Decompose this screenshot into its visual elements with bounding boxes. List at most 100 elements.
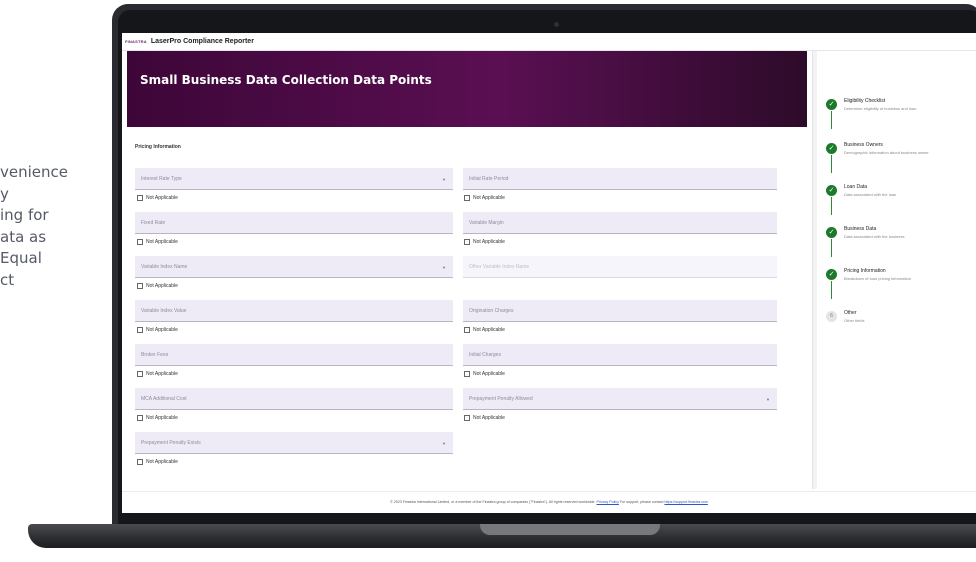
step-connector: [831, 155, 832, 173]
app-topbar: FINASTRA LaserPro Compliance Reporter: [122, 33, 976, 51]
not-applicable-checkbox[interactable]: Not Applicable: [464, 195, 505, 201]
step-connector: [831, 281, 832, 299]
step-title: Loan Data: [844, 184, 868, 190]
not-applicable-checkbox[interactable]: Not Applicable: [464, 415, 505, 421]
checkbox-label: Not Applicable: [146, 459, 178, 465]
step-description: Demographic information about business o…: [844, 150, 929, 155]
initial-charges-input[interactable]: Initial Charges: [463, 344, 777, 366]
not-applicable-checkbox[interactable]: Not Applicable: [464, 239, 505, 245]
checkbox-label: Not Applicable: [473, 415, 505, 421]
dropdown-arrow-icon: ▼: [766, 397, 770, 402]
marketing-line: Equal: [0, 249, 42, 267]
check-icon: ✓: [826, 269, 837, 280]
not-applicable-checkbox[interactable]: Not Applicable: [137, 371, 178, 377]
field-label: Interest Rate Type: [141, 176, 182, 182]
checkbox-label: Not Applicable: [146, 371, 178, 377]
checkbox-icon: [137, 371, 143, 377]
field-label: Variable Index Name: [141, 264, 188, 270]
app-title: LaserPro Compliance Reporter: [150, 38, 254, 45]
section-title: Pricing Information: [135, 144, 181, 150]
other-variable-index-name-input[interactable]: Other Variable Index Name: [463, 256, 777, 278]
checkbox-icon: [137, 239, 143, 245]
field-label: Other Variable Index Name: [469, 264, 530, 270]
broker-fees-input[interactable]: Broker Fees: [135, 344, 453, 366]
field-label: Prepayment Penalty Exists: [141, 440, 201, 446]
not-applicable-checkbox[interactable]: Not Applicable: [464, 327, 505, 333]
checkbox-icon: [464, 327, 470, 333]
checkbox-label: Not Applicable: [473, 239, 505, 245]
step-connector: [831, 239, 832, 257]
page-header-banner: Small Business Data Collection Data Poin…: [127, 51, 807, 127]
marketing-line: ata as: [0, 227, 47, 246]
dropdown-arrow-icon: ▼: [442, 441, 446, 446]
brand-logo: FINASTRA: [125, 39, 147, 44]
fixed-rate-input[interactable]: Fixed Rate: [135, 212, 453, 234]
field-label: Variable Index Value: [141, 308, 187, 314]
step-number: 6: [826, 311, 837, 322]
footer-copyright: © 2023 Finastra International Limited, o…: [390, 500, 596, 504]
marketing-text: venience y ing for ata as Equal ct: [0, 162, 110, 291]
not-applicable-checkbox[interactable]: Not Applicable: [137, 195, 178, 201]
check-icon: ✓: [826, 227, 837, 238]
field-label: Prepayment Penalty Allowed: [469, 396, 533, 402]
checkbox-label: Not Applicable: [473, 195, 505, 201]
check-icon: ✓: [826, 185, 837, 196]
field-label: Origination Charges: [469, 308, 514, 314]
checkbox-icon: [464, 195, 470, 201]
dropdown-arrow-icon: ▼: [442, 265, 446, 270]
not-applicable-checkbox[interactable]: Not Applicable: [464, 371, 505, 377]
progress-sidebar: ✓ Eligibility Checklist Determine eligib…: [818, 51, 976, 489]
checkbox-icon: [137, 415, 143, 421]
step-description: Other fields: [844, 318, 865, 323]
marketing-line: y: [0, 184, 9, 203]
not-applicable-checkbox[interactable]: Not Applicable: [137, 283, 178, 289]
field-label: Variable Margin: [469, 220, 504, 226]
step-title: Business Owners: [844, 142, 883, 148]
not-applicable-checkbox[interactable]: Not Applicable: [137, 415, 178, 421]
not-applicable-checkbox[interactable]: Not Applicable: [137, 327, 178, 333]
checkbox-icon: [464, 415, 470, 421]
initial-rate-period-input[interactable]: Initial Rate Period: [463, 168, 777, 190]
prepayment-penalty-allowed-select[interactable]: Prepayment Penalty Allowed ▼: [463, 388, 777, 410]
main-content: Small Business Data Collection Data Poin…: [122, 51, 812, 489]
not-applicable-checkbox[interactable]: Not Applicable: [137, 239, 178, 245]
checkbox-label: Not Applicable: [146, 415, 178, 421]
step-title: Business Data: [844, 226, 877, 232]
field-label: MCA Additional Cost: [141, 396, 187, 402]
checkbox-icon: [137, 327, 143, 333]
step-description: Data associated with the business: [844, 234, 905, 239]
step-title: Pricing Information: [844, 268, 886, 274]
mca-additional-cost-input[interactable]: MCA Additional Cost: [135, 388, 453, 410]
marketing-line: ct: [0, 270, 15, 289]
field-label: Initial Rate Period: [469, 176, 509, 182]
checkbox-icon: [137, 195, 143, 201]
privacy-policy-link[interactable]: Privacy Policy: [597, 500, 619, 504]
checkbox-icon: [137, 283, 143, 289]
camera-icon: [554, 22, 559, 27]
field-label: Fixed Rate: [141, 220, 166, 226]
step-connector: [831, 111, 832, 129]
check-icon: ✓: [826, 143, 837, 154]
footer-support-text: For support, please contact: [619, 500, 664, 504]
scrollbar[interactable]: [812, 51, 817, 489]
variable-margin-input[interactable]: Variable Margin: [463, 212, 777, 234]
checkbox-label: Not Applicable: [146, 239, 178, 245]
support-link[interactable]: https://support.finastra.com: [664, 500, 707, 504]
checkbox-label: Not Applicable: [146, 195, 178, 201]
interest-rate-type-select[interactable]: Interest Rate Type ▼: [135, 168, 453, 190]
prepayment-penalty-exists-select[interactable]: Prepayment Penalty Exists ▼: [135, 432, 453, 454]
origination-charges-input[interactable]: Origination Charges: [463, 300, 777, 322]
step-title: Eligibility Checklist: [844, 98, 886, 104]
variable-index-value-input[interactable]: Variable Index Value: [135, 300, 453, 322]
not-applicable-checkbox[interactable]: Not Applicable: [137, 459, 178, 465]
checkbox-icon: [137, 459, 143, 465]
variable-index-name-select[interactable]: Variable Index Name ▼: [135, 256, 453, 278]
checkbox-label: Not Applicable: [146, 283, 178, 289]
step-connector: [831, 197, 832, 215]
app-screen: FINASTRA LaserPro Compliance Reporter Sm…: [122, 33, 976, 513]
checkbox-icon: [464, 371, 470, 377]
step-title: Other: [844, 310, 857, 316]
marketing-line: ing for: [0, 206, 49, 224]
checkbox-label: Not Applicable: [473, 327, 505, 333]
footer: © 2023 Finastra International Limited, o…: [122, 491, 976, 513]
